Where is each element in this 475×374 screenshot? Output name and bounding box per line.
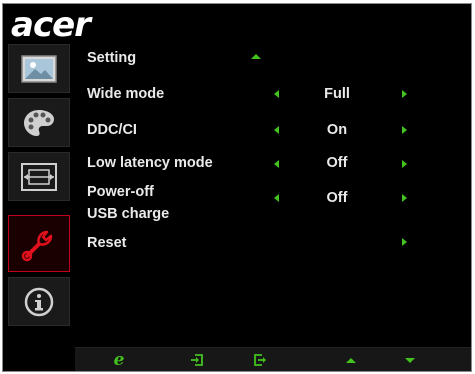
up-arrow-icon (346, 357, 356, 363)
ddc-ci-label: DDC/CI (87, 122, 137, 138)
reset-right-arrow[interactable] (402, 238, 407, 246)
e-mode-icon: e (113, 350, 125, 370)
power-off-usb-left-arrow[interactable] (274, 194, 279, 202)
setting-menu: Setting Wide mode Full DDC/CI On Low lat… (3, 4, 471, 371)
wide-mode-left-arrow[interactable] (274, 90, 279, 98)
exit-button[interactable] (240, 348, 280, 371)
low-latency-right-arrow[interactable] (402, 160, 407, 168)
up-button[interactable] (331, 348, 371, 371)
wide-mode-right-arrow[interactable] (402, 90, 407, 98)
power-off-usb-label-line2: USB charge (87, 206, 170, 222)
footer-button-bar: e (75, 347, 471, 371)
ddc-ci-value[interactable]: On (307, 121, 367, 139)
power-off-usb-value[interactable]: Off (307, 189, 367, 207)
ddc-ci-left-arrow[interactable] (274, 126, 279, 134)
wide-mode-value[interactable]: Full (307, 85, 367, 103)
exit-icon (254, 354, 266, 366)
ddc-ci-right-arrow[interactable] (402, 126, 407, 134)
wide-mode-label: Wide mode (87, 86, 165, 102)
down-button[interactable] (390, 348, 430, 371)
low-latency-label: Low latency mode (87, 155, 213, 171)
power-off-usb-right-arrow[interactable] (402, 194, 407, 202)
power-off-usb-label-line1: Power-off (87, 184, 154, 200)
low-latency-left-arrow[interactable] (274, 160, 279, 168)
down-arrow-icon (405, 357, 415, 363)
menu-title: Setting (87, 50, 137, 66)
scroll-up-arrow[interactable] (251, 54, 261, 59)
input-source-icon (191, 354, 203, 366)
low-latency-value[interactable]: Off (307, 154, 367, 172)
input-source-button[interactable] (177, 348, 217, 371)
osd-window: acer Setting Wide mode Full DDC/CI On Lo… (2, 3, 472, 372)
e-mode-button[interactable]: e (99, 348, 139, 371)
reset-label: Reset (87, 235, 127, 251)
